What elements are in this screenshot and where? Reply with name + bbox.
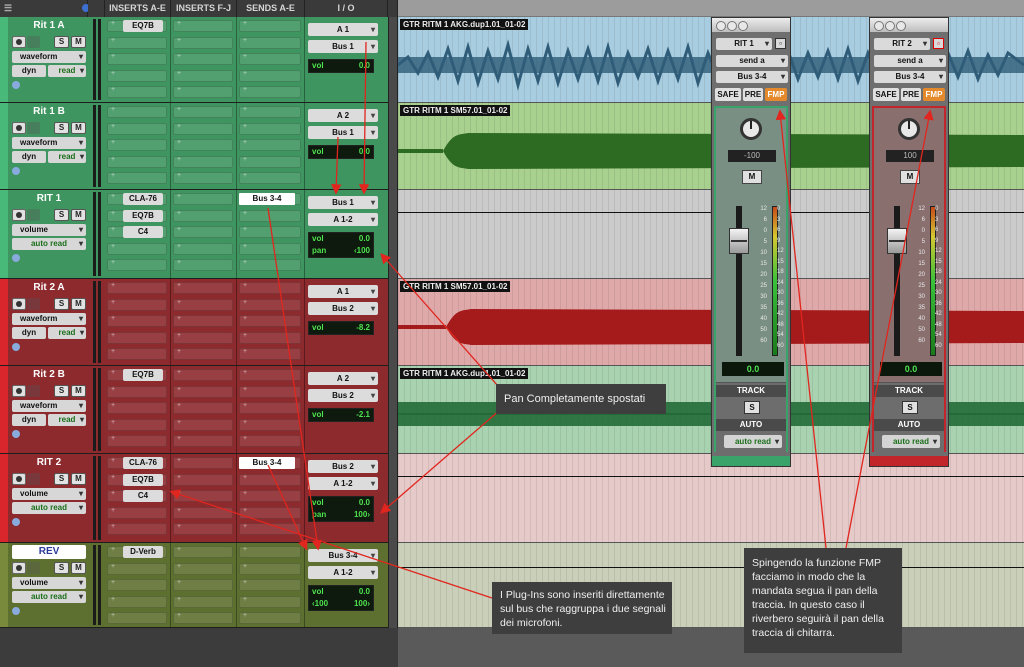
protools-session: ☰ INSERTS A-E INSERTS F-J SENDS A-E I / … [0, 0, 1024, 667]
callout-plugins: I Plug-Ins sono inseriti direttamente su… [492, 582, 672, 634]
callout-pan: Pan Completamente spostati [496, 384, 666, 414]
callout-fmp: Spingendo la funzione FMP facciamo in mo… [744, 548, 902, 653]
